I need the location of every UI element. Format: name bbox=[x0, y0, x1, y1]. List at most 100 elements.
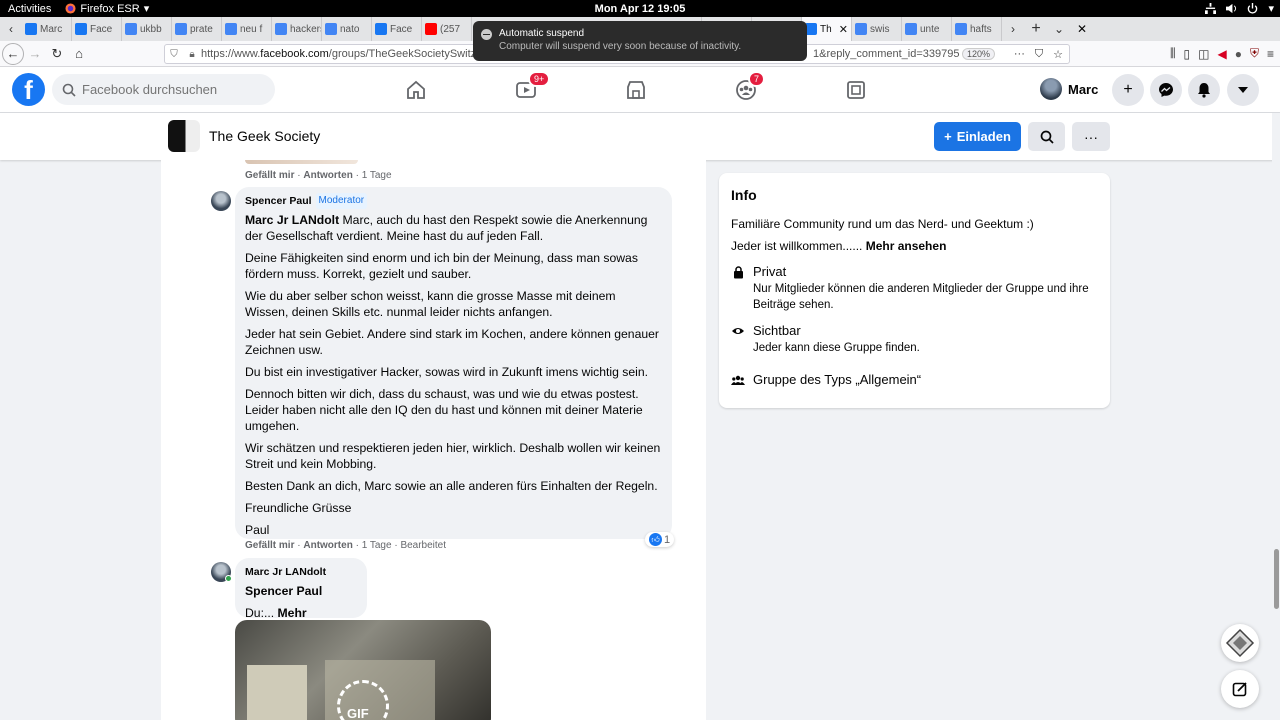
browser-tab[interactable]: prate bbox=[172, 17, 222, 41]
scroll-tabs-right-button[interactable]: › bbox=[1002, 17, 1024, 41]
create-button[interactable]: + bbox=[1112, 74, 1144, 106]
browser-tab[interactable]: hackers bbox=[272, 17, 322, 41]
thumbs-up-icon: 👍︎ bbox=[649, 533, 662, 546]
sidebar-icon[interactable]: ▯ bbox=[1184, 47, 1191, 61]
paragraph-text: Besten Dank an dich, Marc sowie an alle … bbox=[245, 479, 658, 493]
comment-paragraph: Marc Jr LANdolt Marc, auch du hast den R… bbox=[245, 212, 662, 244]
comment-paragraph: Paul bbox=[245, 522, 662, 538]
activities-button[interactable]: Activities bbox=[0, 3, 59, 15]
comment-paragraph: Deine Fähigkeiten sind enorm und ich bin… bbox=[245, 250, 662, 282]
forward-button[interactable]: → bbox=[24, 43, 46, 65]
browser-tab[interactable]: (257 bbox=[422, 17, 472, 41]
url-text-tail[interactable]: 1&reply_comment_id=339795 bbox=[813, 48, 959, 60]
group-thumbnail[interactable] bbox=[168, 120, 200, 152]
new-tab-button[interactable]: + bbox=[1024, 17, 1048, 41]
suspend-notification[interactable]: Automatic suspend Computer will suspend … bbox=[473, 21, 807, 61]
menu-icon[interactable]: ≡ bbox=[1267, 47, 1274, 61]
reply-link[interactable]: Antworten bbox=[303, 170, 352, 181]
facebook-search[interactable] bbox=[52, 74, 275, 105]
account-menu-button[interactable] bbox=[1227, 74, 1259, 106]
reaction-summary[interactable]: 👍︎ 1 bbox=[645, 532, 675, 547]
group-search-button[interactable] bbox=[1028, 122, 1065, 151]
list-all-tabs-button[interactable]: ⌄ bbox=[1048, 17, 1070, 41]
timestamp[interactable]: 1 Tage bbox=[362, 540, 392, 551]
library-icon[interactable]: ⫼ bbox=[1170, 46, 1176, 61]
screenshot-icon[interactable]: ◫ bbox=[1198, 47, 1209, 61]
tab-label: unte bbox=[920, 23, 940, 35]
new-message-button[interactable] bbox=[1221, 670, 1259, 708]
privacy-label: Privat bbox=[753, 264, 787, 279]
floating-chat-head[interactable] bbox=[1221, 624, 1259, 662]
comment-author[interactable]: Spencer Paul bbox=[245, 193, 312, 209]
ublock-icon[interactable]: ⛨ bbox=[1250, 46, 1259, 61]
nav-watch[interactable]: 9+ bbox=[513, 71, 551, 103]
close-window-button[interactable]: ✕ bbox=[1070, 17, 1094, 41]
firefox-icon bbox=[65, 3, 76, 14]
bookmark-star-icon[interactable]: ☆ bbox=[1053, 48, 1063, 61]
watch-badge: 9+ bbox=[528, 71, 551, 87]
browser-tab[interactable]: unte bbox=[902, 17, 952, 41]
more-actions-icon[interactable]: ··· bbox=[1014, 48, 1025, 61]
gif-attachment[interactable]: GIF bbox=[235, 620, 491, 720]
zoom-level-button[interactable]: 120% bbox=[961, 48, 995, 60]
extension-icon[interactable]: ● bbox=[1235, 47, 1242, 61]
browser-tab[interactable]: Face bbox=[372, 17, 422, 41]
browser-tab[interactable]: hafts bbox=[952, 17, 1002, 41]
browser-tab[interactable]: neu f bbox=[222, 17, 272, 41]
comment-author[interactable]: Marc Jr LANdolt bbox=[245, 564, 326, 580]
url-text[interactable]: https://www.facebook.com/groups/TheGeekS… bbox=[201, 48, 482, 60]
reply-link[interactable]: Antworten bbox=[303, 540, 352, 551]
nav-marketplace[interactable] bbox=[623, 77, 649, 103]
speaker-extension-icon[interactable]: ◀ bbox=[1217, 47, 1226, 61]
scrollbar-thumb[interactable] bbox=[1274, 549, 1279, 609]
mention-link[interactable]: Marc Jr LANdolt bbox=[245, 213, 339, 227]
browser-tab[interactable]: Face bbox=[72, 17, 122, 41]
nav-groups[interactable]: 7 bbox=[733, 71, 766, 103]
previous-image[interactable] bbox=[245, 160, 358, 164]
group-title[interactable]: The Geek Society bbox=[209, 128, 320, 144]
profile-link[interactable]: Marc bbox=[1040, 78, 1098, 100]
more-icon: ··· bbox=[1084, 128, 1098, 145]
nav-home[interactable] bbox=[403, 77, 429, 103]
system-tray[interactable]: ▾ bbox=[1205, 2, 1274, 15]
invite-button[interactable]: + Einladen bbox=[934, 122, 1021, 151]
like-link[interactable]: Gefällt mir bbox=[245, 540, 294, 551]
clock[interactable]: Mon Apr 12 19:05 bbox=[595, 3, 686, 15]
messenger-button[interactable] bbox=[1150, 74, 1182, 106]
browser-tab[interactable]: swis bbox=[852, 17, 902, 41]
group-header: The Geek Society + Einladen ··· bbox=[0, 113, 1280, 160]
back-button[interactable]: ← bbox=[2, 42, 24, 65]
profile-name: Marc bbox=[1068, 81, 1099, 97]
nav-gaming[interactable] bbox=[843, 77, 869, 103]
reload-button[interactable]: ↻ bbox=[46, 43, 68, 65]
close-tab-icon[interactable]: ✕ bbox=[839, 23, 848, 36]
notifications-button[interactable] bbox=[1188, 74, 1220, 106]
lock-icon[interactable]: 🔒︎ bbox=[183, 49, 201, 60]
browser-tab[interactable]: Marc bbox=[22, 17, 72, 41]
page-scrollbar[interactable] bbox=[1272, 113, 1280, 720]
avatar[interactable] bbox=[211, 191, 231, 211]
shield-icon[interactable]: ⛉ bbox=[165, 49, 183, 60]
group-more-button[interactable]: ··· bbox=[1072, 122, 1110, 151]
like-link[interactable]: Gefällt mir bbox=[245, 170, 294, 181]
scroll-tabs-left-button[interactable]: ‹ bbox=[0, 17, 22, 41]
active-tab[interactable]: Th ✕ bbox=[802, 17, 852, 41]
chevron-down-icon: ▾ bbox=[143, 3, 150, 15]
browser-tab[interactable]: ukbb bbox=[122, 17, 172, 41]
reply-comment: Marc Jr LANdolt Spencer Paul Du:... Mehr… bbox=[235, 558, 367, 636]
compose-icon bbox=[1232, 682, 1247, 697]
tab-label: neu f bbox=[240, 23, 263, 35]
facebook-logo-icon[interactable]: f bbox=[12, 73, 45, 106]
search-input[interactable] bbox=[82, 82, 262, 97]
app-menu[interactable]: Firefox ESR ▾ bbox=[59, 2, 149, 15]
see-more-link[interactable]: Mehr ansehen bbox=[866, 239, 947, 253]
plus-icon: + bbox=[1123, 81, 1133, 98]
browser-tab[interactable]: nato bbox=[322, 17, 372, 41]
pocket-icon[interactable]: ⛉ bbox=[1035, 48, 1043, 61]
favicon-icon bbox=[325, 23, 337, 35]
mention-link[interactable]: Spencer Paul bbox=[245, 584, 322, 598]
timestamp[interactable]: 1 Tage bbox=[362, 170, 392, 181]
home-button[interactable]: ⌂ bbox=[68, 43, 90, 65]
comments-feed: Gefällt mir · Antworten · 1 Tage Spencer… bbox=[161, 160, 706, 720]
comment-actions: Gefällt mir · Antworten · 1 Tage · Bearb… bbox=[245, 540, 447, 551]
